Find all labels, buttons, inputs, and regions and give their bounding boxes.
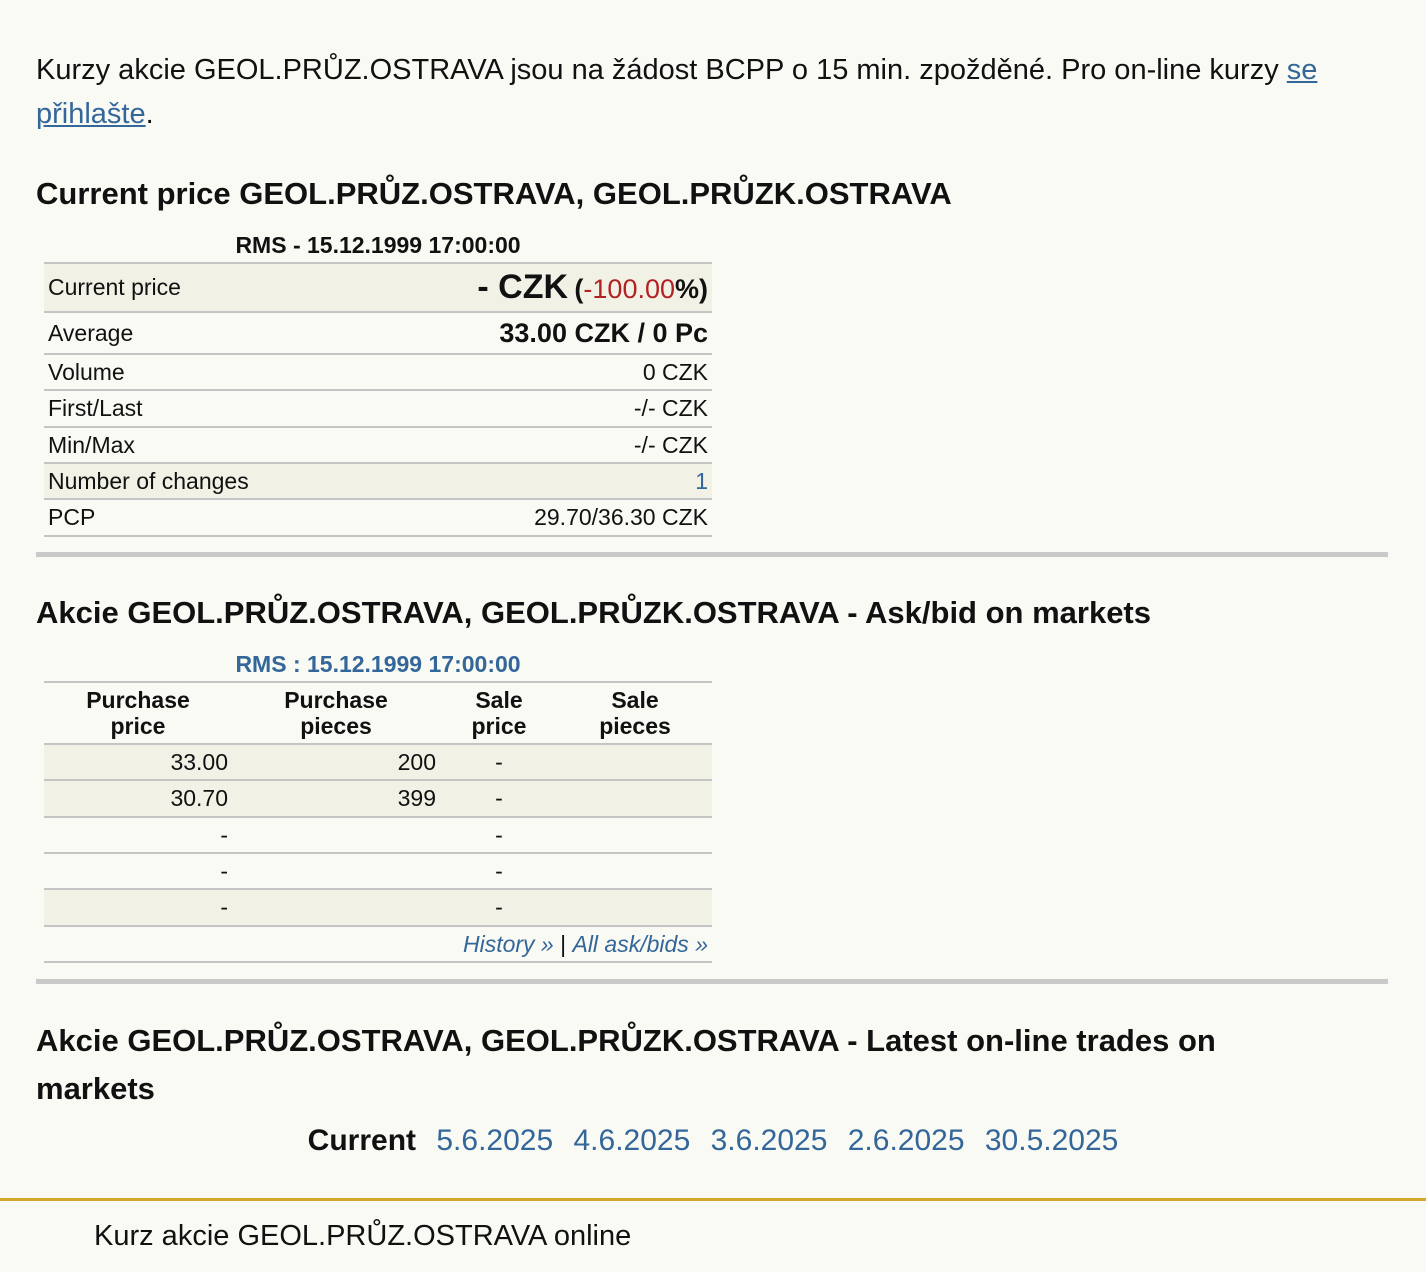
row-label: Volume	[44, 353, 356, 390]
first-last-row: First/Last -/- CZK	[44, 389, 712, 427]
cell: 33.00	[44, 743, 232, 780]
pcp-row: PCP 29.70/36.30 CZK	[44, 498, 712, 537]
section-divider	[36, 979, 1388, 984]
tab-date[interactable]: 5.6.2025	[436, 1124, 553, 1157]
tab-date[interactable]: 3.6.2025	[711, 1124, 828, 1157]
current-price-row: Current price - CZK (-100.00%)	[44, 262, 712, 312]
row-value: 29.70/36.30 CZK	[355, 498, 712, 537]
tab-date[interactable]: 30.5.2025	[985, 1124, 1118, 1157]
cell: -	[440, 816, 558, 853]
average-value: 33.00 CZK / 0 Pc	[355, 311, 712, 354]
section-divider	[36, 552, 1388, 557]
notice-text: Kurzy akcie GEOL.PRŮZ.OSTRAVA jsou na žá…	[36, 54, 1287, 86]
cell	[558, 852, 712, 889]
trades-heading-line1: Akcie GEOL.PRŮZ.OSTRAVA, GEOL.PRŮZK.OSTR…	[36, 1023, 1216, 1058]
askbid-links: History » | All ask/bids »	[44, 925, 712, 963]
all-askbids-link[interactable]: All ask/bids »	[572, 931, 708, 957]
change-percent: -100.00	[583, 274, 675, 304]
history-link[interactable]: History »	[463, 931, 554, 957]
price-table: Current price - CZK (-100.00%) Average 3…	[44, 262, 712, 537]
askbid-heading: Akcie GEOL.PRŮZ.OSTRAVA, GEOL.PRŮZK.OSTR…	[36, 595, 1152, 630]
col-sale-price: Sale price	[440, 681, 558, 744]
row-label: Number of changes	[44, 462, 356, 499]
row-label: PCP	[44, 498, 356, 537]
cell	[232, 852, 440, 889]
min-max-row: Min/Max -/- CZK	[44, 426, 712, 463]
cell	[232, 816, 440, 853]
askbid-header-row: Purchase price Purchase pieces Sale price S…	[44, 681, 712, 744]
tab-date[interactable]: 4.6.2025	[573, 1124, 690, 1157]
table-row: - -	[44, 852, 712, 889]
row-value: -/- CZK	[355, 389, 712, 427]
current-price-value: - CZK (-100.00%)	[355, 262, 712, 312]
table-row: 33.00 200 -	[44, 743, 712, 780]
table-row: - -	[44, 816, 712, 853]
cell: -	[440, 888, 558, 926]
trade-date-tabs: Current 5.6.2025 4.6.2025 3.6.2025 2.6.2…	[0, 1124, 1426, 1158]
cell: -	[44, 816, 232, 853]
changes-row: Number of changes 1	[44, 462, 712, 499]
row-value: 0 CZK	[355, 353, 712, 390]
current-price-heading: Current price GEOL.PRŮZ.OSTRAVA, GEOL.PR…	[36, 176, 952, 211]
trades-heading-line2: markets	[36, 1071, 155, 1106]
volume-row: Volume 0 CZK	[44, 353, 712, 390]
askbid-links-row: History » | All ask/bids »	[44, 925, 712, 963]
cell: -	[440, 743, 558, 780]
cell: -	[44, 888, 232, 926]
footer-text: Kurz akcie GEOL.PRŮZ.OSTRAVA online	[94, 1220, 632, 1252]
trades-heading: Akcie GEOL.PRŮZ.OSTRAVA, GEOL.PRŮZK.OSTR…	[36, 1017, 1216, 1113]
cell: 399	[232, 779, 440, 817]
tab-current[interactable]: Current	[308, 1124, 416, 1157]
cell	[232, 888, 440, 926]
table-row: 30.70 399 -	[44, 779, 712, 817]
col-purchase-pieces: Purchase pieces	[232, 681, 440, 744]
cell: -	[44, 852, 232, 889]
askbid-caption[interactable]: RMS : 15.12.1999 17:00:00	[44, 651, 712, 678]
notice-end: .	[145, 98, 154, 130]
row-value: -/- CZK	[355, 426, 712, 463]
change-close: %)	[675, 274, 708, 304]
cell	[558, 816, 712, 853]
cell: 30.70	[44, 779, 232, 817]
tab-date[interactable]: 2.6.2025	[848, 1124, 965, 1157]
average-row: Average 33.00 CZK / 0 Pc	[44, 311, 712, 354]
changes-link[interactable]: 1	[355, 462, 712, 499]
table-row: - -	[44, 888, 712, 926]
cell	[558, 888, 712, 926]
col-sale-pieces: Sale pieces	[558, 681, 712, 744]
cell	[558, 779, 712, 817]
footer-divider	[0, 1198, 1426, 1201]
average-label: Average	[44, 311, 356, 354]
cell	[558, 743, 712, 780]
row-label: First/Last	[44, 389, 356, 427]
cell: -	[440, 779, 558, 817]
askbid-table: Purchase price Purchase pieces Sale price S…	[44, 681, 712, 963]
row-label: Min/Max	[44, 426, 356, 463]
link-separator: |	[560, 930, 567, 957]
col-purchase-price: Purchase price	[44, 681, 232, 744]
current-price-amount: - CZK	[477, 268, 569, 306]
cell: -	[440, 852, 558, 889]
price-caption: RMS - 15.12.1999 17:00:00	[235, 232, 521, 258]
current-price-label: Current price	[44, 262, 356, 312]
delay-notice: Kurzy akcie GEOL.PRŮZ.OSTRAVA jsou na žá…	[36, 48, 1386, 136]
cell: 200	[232, 743, 440, 780]
